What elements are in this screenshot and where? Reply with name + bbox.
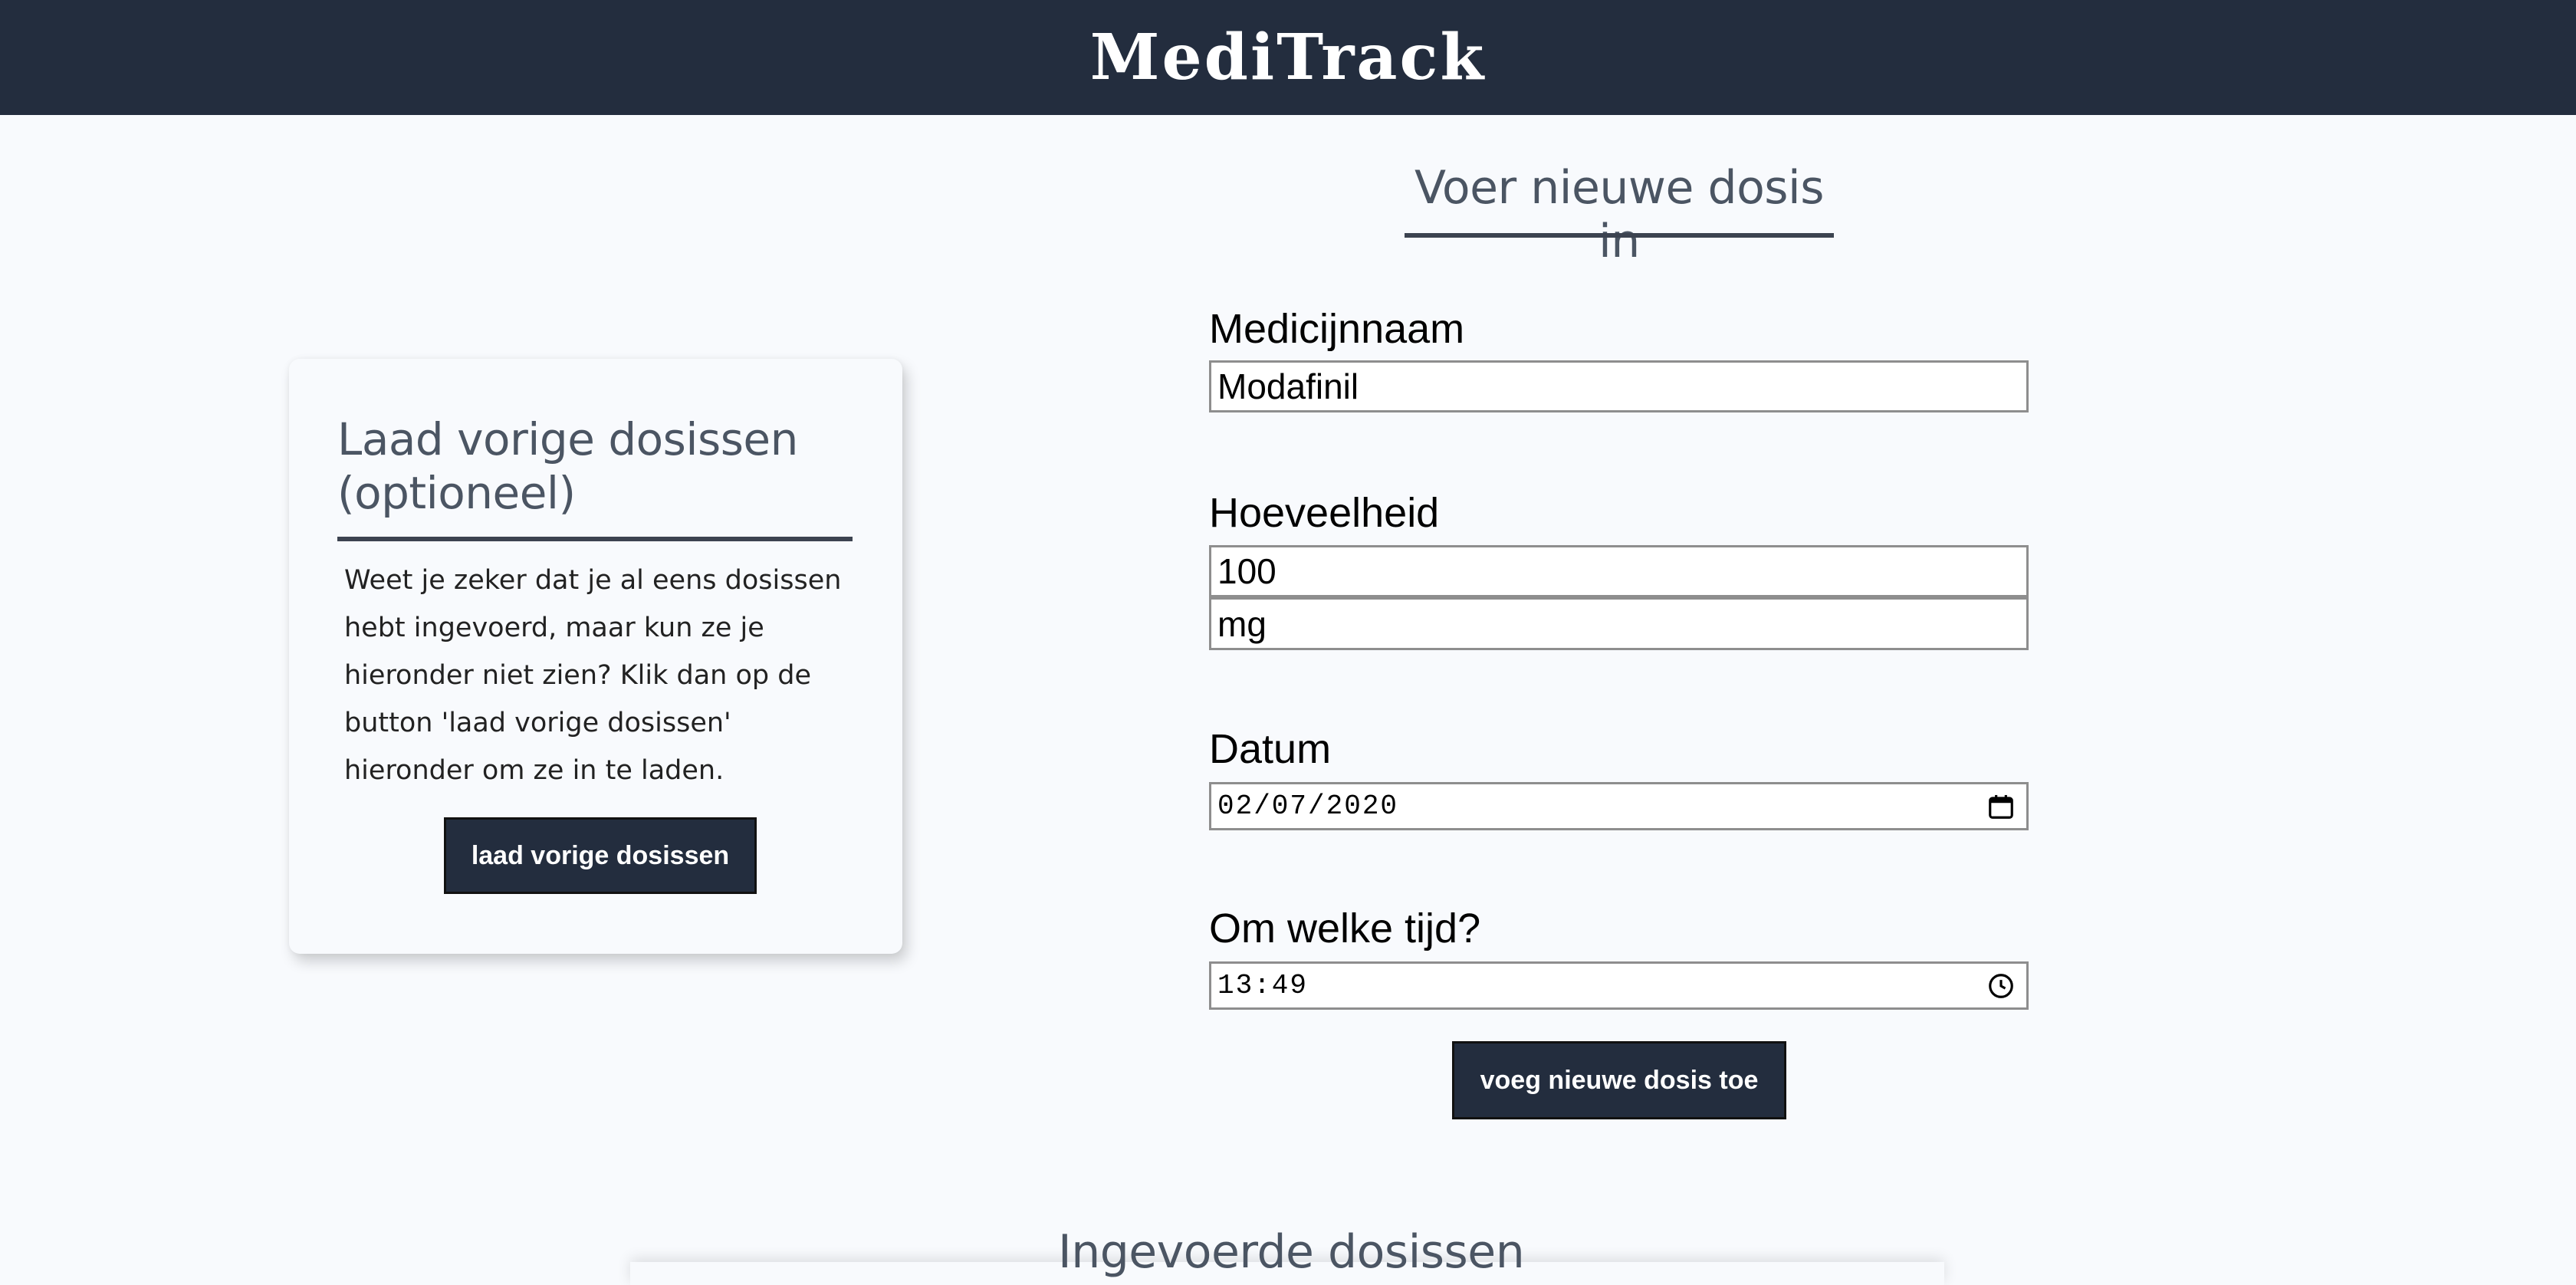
amount-label: Hoeveelheid [1209,490,1440,536]
card-description: Weet je zeker dat je al eens dosissen he… [344,565,842,786]
entered-doses-heading: Ingevoerde dosissen [1058,1225,1525,1279]
calendar-icon[interactable] [1986,792,2016,821]
medicine-name-value: Modafinil [1217,366,1359,406]
medicine-name-label: Medicijnnaam [1209,306,1465,352]
time-input[interactable]: 13:49 [1209,961,2029,1010]
card-title: Laad vorige dosissen (optioneel) [337,413,798,519]
medicine-name-input[interactable]: Modafinil [1209,360,2029,412]
load-previous-doses-card: Laad vorige dosissen (optioneel) Weet je… [289,359,902,954]
amount-input[interactable]: 100 [1209,545,2029,597]
unit-value: mg [1217,603,1267,644]
amount-value: 100 [1217,551,1276,591]
unit-input[interactable]: mg [1209,597,2029,650]
top-navbar: MediTrack [0,0,2576,115]
date-value: 02/07/2020 [1217,790,1399,822]
app-logo-title[interactable]: MediTrack [1090,21,1487,94]
load-previous-doses-button[interactable]: laad vorige dosissen [444,817,757,894]
clock-icon[interactable] [1986,971,2016,1001]
form-heading: Voer nieuwe dosis in [1414,161,1824,268]
time-label: Om welke tijd? [1209,905,1481,951]
add-new-dose-button[interactable]: voeg nieuwe dosis toe [1452,1041,1786,1119]
card-title-underline [337,537,853,541]
form-heading-underline [1405,233,1834,238]
time-value: 13:49 [1217,970,1309,1001]
date-input[interactable]: 02/07/2020 [1209,782,2029,830]
date-label: Datum [1209,726,1332,772]
